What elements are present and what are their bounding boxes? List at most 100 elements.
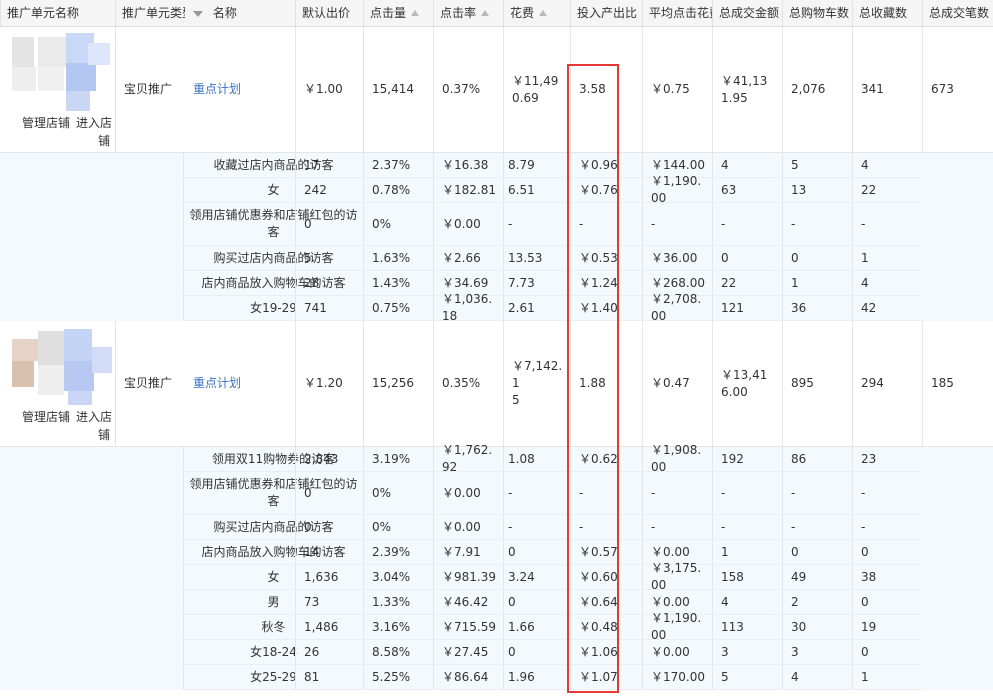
- cost-line1: ￥11,49: [512, 73, 559, 88]
- crowd-orders-value: 1: [861, 669, 869, 684]
- crowd-name-value: 女: [267, 182, 280, 197]
- crowd-gmv-value: ￥268.00: [651, 275, 705, 290]
- crowd-row-indent: [0, 447, 183, 472]
- manage-shop-link[interactable]: 管理店铺: [22, 115, 70, 132]
- col-cpc[interactable]: 平均点击花费: [642, 0, 712, 26]
- col-ctr[interactable]: 点击率: [433, 0, 503, 26]
- crowd-gmv: ￥1,190.00: [642, 174, 712, 205]
- crowd-cpc-value: ￥0.60: [579, 569, 618, 584]
- ctr: 0.35%: [433, 321, 503, 446]
- thumbnail-mosaic-block: [12, 37, 34, 67]
- col-gmv[interactable]: 总成交金额: [712, 0, 782, 26]
- col-roi[interactable]: 投入产出比: [570, 0, 642, 26]
- col-cart[interactable]: 总购物车数: [782, 0, 852, 26]
- roi: 3.58: [570, 27, 642, 152]
- crowd-cart-value: 113: [721, 619, 744, 634]
- chevron-down-icon[interactable]: [193, 10, 203, 17]
- crowd-gmv: ￥1,908.00: [642, 443, 712, 474]
- crowd-fav: 3: [782, 640, 852, 665]
- unit-row: 管理店铺 进入店铺宝贝推广 重点计划 ￥1.00 15,414 0.37% ￥11,49 0.…: [0, 27, 993, 153]
- col-orders[interactable]: 总成交笔数: [922, 0, 993, 26]
- crowd-row: 店内商品放入购物车的访客 14 2.39% ￥7.91 0 ￥0.57 ￥0.00 1 0 0: [0, 540, 993, 565]
- crowd-clicks-value: 5: [304, 250, 312, 265]
- crowd-row: 领用店铺优惠券和店铺红包的访客 0 0% ￥0.00- - - - - -: [0, 203, 993, 246]
- crowd-cpc: ￥0.60: [570, 565, 642, 590]
- thumbnail-mosaic-block: [64, 361, 94, 391]
- crowd-orders: -: [852, 515, 922, 540]
- crowd-roi-value: 1.96: [508, 669, 535, 684]
- enter-shop-link-wrap[interactable]: 铺: [98, 133, 110, 150]
- crowd-ctr-value: 3.16%: [372, 619, 411, 634]
- crowd-ctr-value: 0%: [372, 485, 392, 500]
- crowd-roi-value: 0: [508, 644, 516, 659]
- gmv-line2: 1.95: [721, 90, 748, 105]
- crowd-cpc-value: ￥0.76: [579, 182, 618, 197]
- sort-up-icon[interactable]: [481, 9, 490, 16]
- sort-up-icon[interactable]: [411, 9, 420, 16]
- crowd-roi: -: [503, 203, 570, 246]
- crowd-gmv: -: [642, 203, 712, 246]
- cart-count-value: 2,076: [791, 82, 826, 96]
- crowd-bid: 73: [295, 590, 363, 615]
- col-unit-type[interactable]: 推广单元类型: [115, 0, 185, 26]
- enter-shop-link-wrap[interactable]: 铺: [98, 427, 110, 444]
- col-unit-name[interactable]: 推广单元名称: [0, 0, 115, 26]
- crowd-orders: 4: [852, 271, 922, 296]
- crowd-roi: 1.08: [503, 447, 570, 472]
- cost-line2: 5: [512, 393, 520, 407]
- crowd-fav: 0: [782, 246, 852, 271]
- roi: 1.88: [570, 321, 642, 446]
- enter-shop-link[interactable]: 进入店: [76, 115, 112, 132]
- thumbnail-mosaic-block: [12, 67, 36, 91]
- crowd-orders-value: -: [861, 485, 866, 500]
- crowd-cost: ￥46.42: [433, 590, 503, 615]
- crowd-roi-value: 6.51: [508, 182, 535, 197]
- crowd-ctr-value: 0%: [372, 519, 392, 534]
- thumbnail-mosaic-block: [66, 91, 90, 111]
- crowd-row-indent: [0, 271, 183, 296]
- crowd-fav: 4: [782, 665, 852, 690]
- plan-link[interactable]: 重点计划: [193, 375, 241, 392]
- crowd-bid: 0: [295, 515, 363, 540]
- crowd-ctr: 1.63%: [363, 246, 433, 271]
- crowd-cart: 4: [712, 590, 782, 615]
- crowd-cpc: ￥1.07: [570, 665, 642, 690]
- crowd-cart: 3: [712, 640, 782, 665]
- crowd-orders-value: -: [861, 519, 866, 534]
- enter-shop-link[interactable]: 进入店: [76, 409, 112, 426]
- crowd-cost: ￥182.81: [433, 178, 503, 203]
- crowd-fav-value: -: [791, 485, 796, 500]
- col-fav[interactable]: 总收藏数: [852, 0, 922, 26]
- unit-type: 宝贝推广: [115, 321, 185, 446]
- col-default-bid[interactable]: 默认出价: [295, 0, 363, 26]
- crowd-name-value: 女19-29: [250, 300, 297, 315]
- crowd-cpc: ￥0.48: [570, 615, 642, 640]
- col-clicks[interactable]: 点击量: [363, 0, 433, 26]
- crowd-roi: 2.61: [503, 296, 570, 321]
- crowd-clicks-value: 1,486: [304, 619, 339, 634]
- crowd-ctr: 3.04%: [363, 565, 433, 590]
- clicks-value: 15,256: [372, 376, 414, 390]
- crowd-clicks-value: 1,636: [304, 569, 339, 584]
- gmv-line1: ￥41,13: [721, 73, 768, 88]
- sort-up-icon[interactable]: [539, 9, 548, 16]
- crowd-gmv: ￥0.00: [642, 640, 712, 665]
- crowd-clicks-value: 741: [304, 300, 327, 315]
- crowd-fav-value: 1: [791, 275, 799, 290]
- crowd-cpc-value: -: [579, 485, 584, 500]
- col-cost[interactable]: 花费: [503, 0, 570, 26]
- crowd-row: 女25-29 81 5.25% ￥86.64 1.96 ￥1.07 ￥170.00 5 4 1: [0, 665, 993, 690]
- col-name[interactable]: 名称: [185, 0, 295, 26]
- crowd-fav: 30: [782, 615, 852, 640]
- crowd-cart: -: [712, 515, 782, 540]
- thumbnail-mosaic-block: [12, 361, 34, 387]
- crowd-bid: 14: [295, 540, 363, 565]
- crowd-ctr: 0%: [363, 472, 433, 515]
- crowd-name-value: 秋冬: [261, 619, 286, 634]
- crowd-clicks-value: 28: [304, 275, 320, 290]
- manage-shop-link[interactable]: 管理店铺: [22, 409, 70, 426]
- crowd-roi-value: 13.53: [508, 250, 543, 265]
- plan-link[interactable]: 重点计划: [193, 81, 241, 98]
- crowd-fav-value: -: [791, 519, 796, 534]
- crowd-cost: ￥0.00: [433, 472, 503, 515]
